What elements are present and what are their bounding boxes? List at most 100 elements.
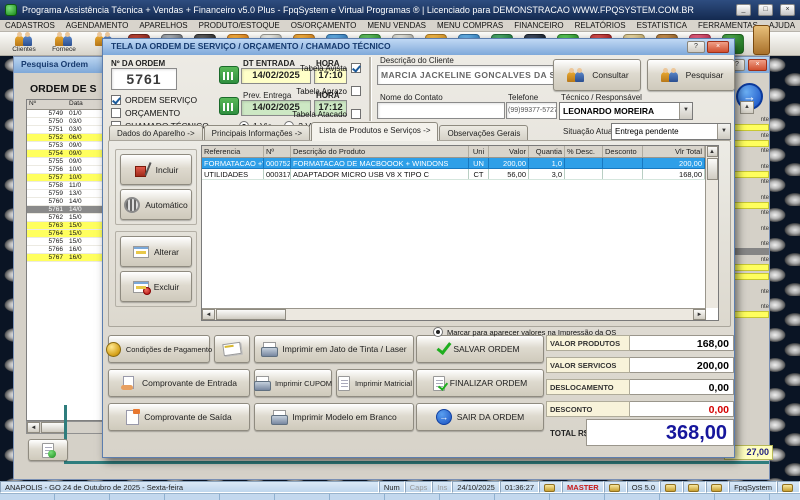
tab[interactable]: Lista de Produtos e Serviços -> [311,122,439,141]
scroll-thumb[interactable] [216,309,286,320]
products-column-header[interactable]: Nº [264,146,291,157]
bgwin-scroll-fragment[interactable]: ▲ [740,101,754,114]
situacao-dropdown[interactable]: Entrega pendente ▼ [611,123,731,140]
tecnico-dropdown[interactable]: LEONARDO MOREIRA ▼ [559,102,693,120]
finalizar-ordem-button[interactable]: FINALIZAR ORDEM [416,369,544,397]
checkbox-icon[interactable] [351,109,361,119]
imprimir-jato-button[interactable]: Imprimir em Jato de Tinta / Laser [254,335,414,363]
chevron-down-icon[interactable]: ▼ [679,103,692,119]
chevron-down-icon[interactable]: ▼ [717,124,730,139]
menu-item[interactable]: ESTATISTICA [637,21,687,30]
tab[interactable]: Dados do Aparelho -> [109,125,203,141]
products-hscrollbar[interactable]: ◄ ► [202,308,706,320]
clientes-people-icon [13,32,35,46]
menu-item[interactable]: RELATÓRIOS [575,21,626,30]
product-row[interactable]: UTILIDADES 000317 ADAPTADOR MICRO USB V8… [202,169,718,180]
situacao-fragment-text: nte [760,194,769,201]
app-logo-icon [5,4,17,16]
order-type-option[interactable]: ORÇAMENTO [111,108,209,118]
form-edit-icon [132,245,149,258]
restore-button[interactable]: □ [758,4,773,16]
menu-item[interactable]: PRODUTO/ESTOQUE [199,21,280,30]
condicoes-pagamento-button[interactable]: Condições de Pagamento [105,335,212,363]
excluir-button[interactable]: Excluir [120,271,192,302]
incluir-button[interactable]: Incluir [120,154,192,185]
bgwin-close-button[interactable]: × [748,59,767,71]
products-column-header[interactable]: Valor [489,146,529,157]
products-vscrollbar[interactable]: ▲ [705,146,718,308]
checkbox-icon[interactable] [351,86,361,96]
total-label: DESCONTO [546,401,630,417]
scroll-left-icon[interactable]: ◄ [27,422,40,433]
scroll-left-icon[interactable]: ◄ [202,309,215,320]
menu-item[interactable]: OS/ORÇAMENTO [291,21,357,30]
consultar-button[interactable]: Consultar [553,59,641,91]
menu-item[interactable]: APARELHOS [139,21,187,30]
order-type-option[interactable]: ORDEM SERVIÇO [111,95,209,105]
checkbox-icon[interactable] [111,95,121,105]
statusbar-segment-text: 01:36:27 [504,483,535,492]
imprimir-cupom-button[interactable]: Imprimir CUPOM [253,369,333,397]
imprimir-cupom-label: Imprimir CUPOM [274,378,333,388]
order-number-field[interactable]: 5761 [111,68,177,90]
cliente-field[interactable]: MARCIA JACKELINE GONCALVES DA SILVA BE [377,65,558,85]
statusbar-location: ANAPOLIS - GO 24 de Outubro de 2025 - Se… [0,481,379,493]
tabela-option[interactable]: Tabela Atacado [292,109,361,119]
menu-item[interactable]: AJUDA [769,21,795,30]
checkbox-icon[interactable] [111,108,121,118]
products-column-header[interactable]: Descrição do Produto [291,146,469,157]
cell-vlr-total: 200,00 [643,158,705,168]
telefone-field[interactable]: (99)99377-5727 [506,102,557,119]
imprimir-matricial-button[interactable]: Imprimir Matricial [336,369,414,397]
menu-item[interactable]: FERRAMENTAS [698,21,758,30]
products-column-header[interactable]: % Desc. [565,146,603,157]
scroll-thumb[interactable] [706,158,718,180]
menu-item[interactable]: MENU VENDAS [367,21,426,30]
products-column-header[interactable]: Desconto [603,146,643,157]
menu-item[interactable]: FINANCEIRO [514,21,563,30]
scroll-up-icon[interactable]: ▲ [706,146,718,157]
calendar-icon[interactable] [219,66,239,84]
product-row[interactable]: FORMATACAO +WIN 000752 FORMATACAO DE MAC… [202,158,718,169]
alterar-button[interactable]: Alterar [120,236,192,267]
imprimir-modelo-button[interactable]: Imprimir Modelo em Branco [254,403,414,431]
key-icon [544,483,556,492]
tab[interactable]: Observações Gerais [439,125,529,141]
dialog-titlebar[interactable]: TELA DA ORDEM DE SERVIÇO / ORÇAMENTO / C… [103,39,734,55]
red-minus-icon [142,286,151,295]
products-column-header[interactable]: Vlr Total [643,146,705,157]
tabela-option[interactable]: Tabela Avista [300,63,361,73]
dialog-close-button[interactable]: × [707,41,729,53]
close-button[interactable]: × [780,4,795,16]
toolbar-clientes-button[interactable]: Clientes [5,32,43,53]
salvar-ordem-button[interactable]: SALVAR ORDEM [416,335,544,363]
sair-ordem-button[interactable]: → SAIR DA ORDEM [416,403,544,431]
total-label: DESLOCAMENTO [546,379,630,395]
scroll-right-icon[interactable]: ► [693,309,706,320]
products-column-header[interactable]: Uni [469,146,489,157]
statusbar-segment [539,481,563,493]
mascot-icon[interactable] [753,25,770,55]
menu-item[interactable]: CADASTROS [5,21,55,30]
comprovante-saida-button[interactable]: Comprovante de Saída [108,403,250,431]
products-column-header[interactable]: Quantia [529,146,565,157]
calendar-icon[interactable] [219,97,239,115]
automatico-button[interactable]: Automático [120,189,192,220]
bgwin-doc-button[interactable] [28,439,68,461]
menu-item[interactable]: MENU COMPRAS [437,21,503,30]
total-value: 168,00 [630,335,734,351]
dialog-help-button[interactable]: ? [687,41,705,53]
contato-field[interactable] [377,102,505,119]
menu-item[interactable]: AGENDAMENTO [66,21,129,30]
tab[interactable]: Principais Informações -> [203,125,311,141]
tabela-option[interactable]: Tabela Aprazo [296,86,361,96]
envelope-button[interactable] [214,335,250,363]
products-table[interactable]: Referencia Nº Descrição do Produto Uni Valor… [201,145,719,321]
radio-icon[interactable] [433,327,443,337]
products-column-header[interactable]: Referencia [202,146,264,157]
checkbox-icon[interactable] [351,63,361,73]
minimize-button[interactable]: _ [736,4,751,16]
comprovante-entrada-button[interactable]: Comprovante de Entrada [108,369,250,397]
toolbar-fornecedor-button[interactable]: Fornece [45,32,83,53]
pesquisar-button[interactable]: Pesquisar [647,59,735,91]
